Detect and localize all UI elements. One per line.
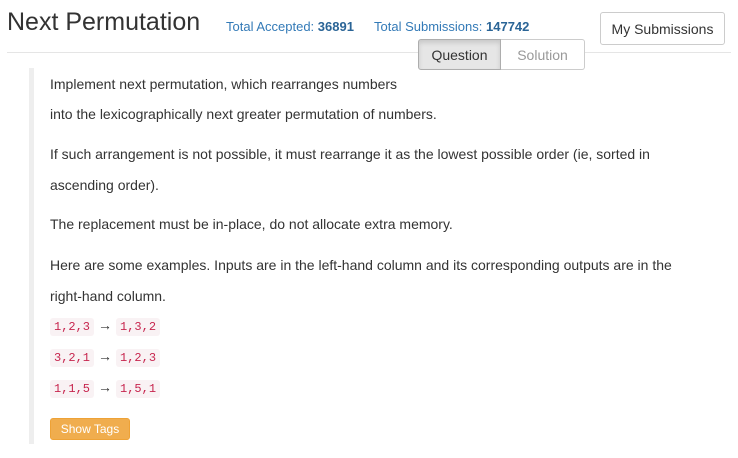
example-input: 3,2,1 <box>50 349 95 367</box>
description-line-5: The replacement must be in-place, do not… <box>50 216 453 232</box>
description-line-2: into the lexicographically next greater … <box>50 106 437 122</box>
example-output: 1,2,3 <box>116 349 161 367</box>
total-submissions-label: Total Submissions: <box>374 19 483 34</box>
arrow-icon: → <box>98 317 113 333</box>
total-submissions-stat: Total Submissions: 147742 <box>374 19 529 34</box>
total-accepted-label: Total Accepted: <box>226 19 315 34</box>
example-row: 1,2,3 → 1,3,2 <box>50 317 161 336</box>
arrow-icon: → <box>98 348 113 364</box>
description-line-4: ascending order). <box>50 177 159 193</box>
description-line-3: If such arrangement is not possible, it … <box>50 146 650 162</box>
tab-solution[interactable]: Solution <box>501 39 585 70</box>
total-accepted-value: 36891 <box>317 19 354 34</box>
example-input: 1,1,5 <box>50 380 95 398</box>
problem-description: Implement next permutation, which rearra… <box>29 68 729 444</box>
description-line-1: Implement next permutation, which rearra… <box>50 76 398 92</box>
description-line-7: right-hand column. <box>50 288 166 304</box>
example-row: 3,2,1 → 1,2,3 <box>50 348 161 367</box>
show-tags-button[interactable]: Show Tags <box>50 418 130 440</box>
description-line-6: Here are some examples. Inputs are in th… <box>50 257 672 273</box>
example-row: 1,1,5 → 1,5,1 <box>50 379 161 398</box>
total-accepted-stat: Total Accepted: 36891 <box>226 19 354 34</box>
question-solution-tabs: Question Solution <box>418 39 585 70</box>
arrow-icon: → <box>98 379 113 395</box>
header-divider <box>7 52 731 53</box>
total-submissions-value: 147742 <box>486 19 530 34</box>
example-output: 1,5,1 <box>116 380 161 398</box>
tab-question[interactable]: Question <box>418 39 501 70</box>
my-submissions-button[interactable]: My Submissions <box>600 12 725 45</box>
page-title: Next Permutation <box>7 8 201 36</box>
example-input: 1,2,3 <box>50 318 95 336</box>
example-output: 1,3,2 <box>116 318 161 336</box>
